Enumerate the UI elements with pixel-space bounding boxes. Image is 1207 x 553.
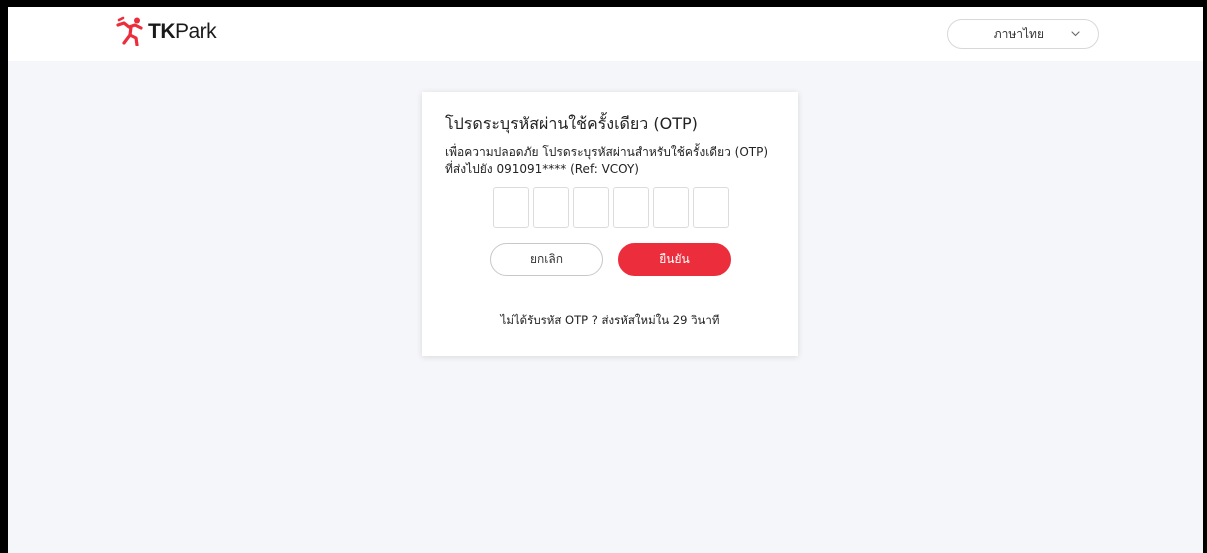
otp-dialog-title: โปรดระบุรหัสผ่านใช้ครั้งเดียว (OTP) xyxy=(445,114,698,133)
resend-otp-text: ไม่ได้รับรหัส OTP ? ส่งรหัสใหม่ใน 29 วิน… xyxy=(500,313,720,327)
otp-digit-1[interactable] xyxy=(493,187,529,228)
language-select-value: ภาษาไทย xyxy=(993,26,1044,41)
top-header: TKPark ภาษาไทย xyxy=(8,7,1203,61)
otp-digit-6[interactable] xyxy=(693,187,729,228)
otp-description-line2: ที่ส่งไปยัง 091091**** (Ref: VCOY) xyxy=(445,162,639,176)
cancel-button[interactable]: ยกเลิก xyxy=(490,243,603,276)
otp-digit-4[interactable] xyxy=(613,187,649,228)
otp-digit-3[interactable] xyxy=(573,187,609,228)
otp-dialog-description: เพื่อความปลอดภัย โปรดระบุรหัสผ่านสำหรับใ… xyxy=(445,144,785,178)
otp-dialog: โปรดระบุรหัสผ่านใช้ครั้งเดียว (OTP) เพื่… xyxy=(422,92,798,356)
logo-text-park: Park xyxy=(175,19,217,43)
confirm-button[interactable]: ยืนยัน xyxy=(618,243,731,276)
chevron-down-icon xyxy=(1070,29,1080,39)
otp-digit-2[interactable] xyxy=(533,187,569,228)
logo-text-tk: TK xyxy=(148,19,176,43)
tkpark-logo[interactable]: TKPark xyxy=(116,16,217,46)
page-frame: TKPark ภาษาไทย โปรดระบุรหัสผ่านใช้ครั้งเ… xyxy=(0,0,1207,553)
otp-input-group xyxy=(493,187,729,228)
logo-wordmark: TKPark xyxy=(148,19,217,43)
running-figure-icon xyxy=(116,16,146,46)
otp-digit-5[interactable] xyxy=(653,187,689,228)
language-select[interactable]: ภาษาไทย xyxy=(947,19,1099,49)
otp-description-line1: เพื่อความปลอดภัย โปรดระบุรหัสผ่านสำหรับใ… xyxy=(445,145,769,159)
